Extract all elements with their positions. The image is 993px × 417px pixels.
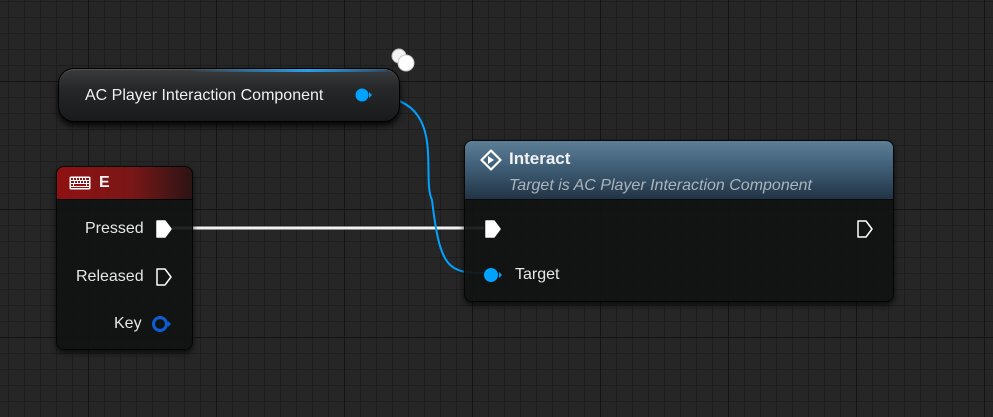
variable-node-label: AC Player Interaction Component bbox=[85, 87, 324, 104]
exec-output-pin[interactable] bbox=[856, 219, 874, 239]
function-node-interact[interactable]: Interact Target is AC Player Interaction… bbox=[464, 140, 894, 302]
key-pin-label: Key bbox=[114, 315, 142, 332]
function-node-title: Interact bbox=[509, 149, 571, 168]
key-event-title: E bbox=[99, 174, 110, 191]
exec-input-pin[interactable] bbox=[484, 219, 502, 239]
target-pin-row[interactable]: Target bbox=[465, 264, 665, 286]
target-input-pin[interactable] bbox=[482, 266, 504, 284]
function-node-header: Interact Target is AC Player Interaction… bbox=[465, 141, 893, 200]
key-event-node-e[interactable]: E Pressed Released Key bbox=[56, 166, 193, 350]
target-pin-label: Target bbox=[515, 266, 560, 283]
function-icon bbox=[480, 149, 502, 171]
pressed-pin-row[interactable]: Pressed bbox=[57, 218, 192, 240]
exec-output-pin-released[interactable] bbox=[155, 267, 173, 287]
released-pin-label: Released bbox=[76, 268, 144, 285]
key-event-header: E bbox=[57, 167, 192, 200]
struct-output-pin-key[interactable] bbox=[150, 314, 174, 334]
exec-output-pin-pressed[interactable] bbox=[155, 219, 173, 239]
variable-node-highlight bbox=[189, 69, 387, 72]
function-node-subtitle: Target is AC Player Interaction Componen… bbox=[509, 177, 812, 194]
key-pin-row[interactable]: Key bbox=[57, 313, 192, 335]
object-output-pin[interactable] bbox=[355, 87, 373, 103]
keyboard-icon bbox=[69, 176, 91, 190]
variable-node-player-interaction-component[interactable]: AC Player Interaction Component bbox=[58, 68, 400, 122]
pressed-pin-label: Pressed bbox=[85, 220, 144, 237]
released-pin-row[interactable]: Released bbox=[57, 266, 192, 288]
